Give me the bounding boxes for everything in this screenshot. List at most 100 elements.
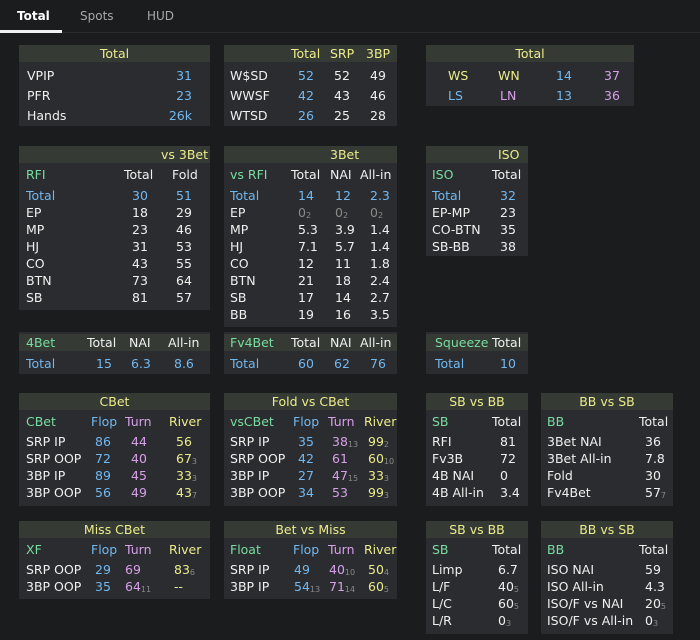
cell: 44: [131, 434, 147, 449]
row-label: 4B NAI: [432, 468, 475, 483]
row-label: ISO/F vs All-in: [547, 613, 634, 628]
row-label: 3Bet NAI: [547, 434, 602, 449]
table-row: MP 5.3 3.9 1.4: [224, 221, 397, 238]
cell: 3.5: [370, 307, 390, 322]
cell: 03: [645, 613, 659, 628]
table-row: SRP IP 35 3813 992: [224, 433, 397, 450]
row-label: SRP OOP: [26, 451, 82, 466]
cell: 45: [131, 468, 147, 483]
table-row: 3BP OOP 34 53 993: [224, 484, 397, 501]
col-header: All-in: [168, 335, 200, 350]
col-header: CBet: [26, 414, 56, 429]
row-label: SRP OOP: [230, 451, 286, 466]
cell: 16: [335, 307, 351, 322]
table-row: 3BP IP 5413 7114 605: [224, 578, 397, 595]
row-label: RFI: [432, 434, 452, 449]
bb-vs-sb-panel: BB vs SB BB Total 3Bet NAI 36 3Bet All-in 7.…: [541, 393, 673, 506]
ln-label: LN: [500, 88, 517, 103]
showdown-panel: Total SRP 3BP W$SD 52 52 49 WWSF 42 43 46 WTSD…: [224, 45, 397, 126]
col-header: Squeeze: [435, 335, 489, 350]
cell: 0: [500, 468, 508, 483]
table-row: SRP OOP 72 40 673: [19, 450, 210, 467]
cell: 42: [298, 88, 314, 103]
row-label: Total: [230, 356, 260, 371]
row-label: CO: [26, 256, 45, 271]
row-label: SRP IP: [230, 434, 270, 449]
tab-spots[interactable]: Spots: [80, 9, 114, 23]
miss-cbet-panel: Miss CBet XF Flop Turn River SRP OOP 29 69 836…: [19, 521, 210, 599]
table-row: 4B All-in 3.4: [426, 484, 528, 501]
cell: 35: [500, 222, 516, 237]
ls-label: LS: [448, 88, 463, 103]
cell: 5.7: [335, 239, 355, 254]
table-row: SB 81 57: [19, 289, 210, 306]
sb-vs-bb-limp-panel: SB vs BB SB Total Limp 6.7 L/F 405 L/C 605 L/R 0…: [426, 521, 528, 634]
table-row: BTN 73 64: [19, 272, 210, 289]
cell: 81: [500, 434, 516, 449]
cell: 46: [176, 222, 192, 237]
total-panel: Total VPIP 31 PFR 23 Hands 26k: [19, 45, 210, 126]
col-header: Total: [492, 167, 522, 182]
col-header: Total: [291, 167, 321, 182]
cell: 14: [298, 188, 314, 203]
col-header: Total: [639, 414, 669, 429]
cell: 30: [132, 188, 148, 203]
row-label: Total: [26, 188, 56, 203]
cell: 52: [334, 68, 350, 83]
table-row: CO 43 55: [19, 255, 210, 272]
cell: 2.7: [370, 290, 390, 305]
panel-title: Total: [515, 46, 545, 61]
table-row: EP 02 02 02: [224, 204, 397, 221]
col-header: Flop: [91, 414, 118, 429]
table-row: CO 12 11 1.8: [224, 255, 397, 272]
row-label: SB: [230, 290, 247, 305]
cell: 23: [132, 222, 148, 237]
panel-title: BB vs SB: [579, 522, 635, 537]
table-row: CO-BTN 35: [426, 221, 528, 238]
cell: 605: [368, 579, 389, 594]
row-label: MP: [26, 222, 45, 237]
row-label: 3BP IP: [230, 468, 270, 483]
cell: 3.9: [335, 222, 355, 237]
cell: 52: [298, 68, 314, 83]
cell: 23: [500, 205, 516, 220]
row-label: CO-BTN: [432, 222, 481, 237]
row-label: Fv3B: [432, 451, 464, 466]
cell: 12: [298, 256, 314, 271]
table-row: SRP OOP 29 69 836: [19, 561, 210, 578]
cell: 21: [298, 273, 314, 288]
sb-vs-bb-panel: SB vs BB SB Total RFI 81 Fv3B 72 4B NAI 0 4B Al…: [426, 393, 528, 506]
table-row: ISO/F vs All-in 03: [541, 612, 673, 629]
cell: 76: [370, 356, 386, 371]
cbet-panel: CBet CBet Flop Turn River SRP IP 86 44 56 SRP O…: [19, 393, 210, 506]
tab-total[interactable]: Total: [17, 9, 50, 23]
col-header: Fv4Bet: [230, 335, 274, 350]
cell: 81: [132, 290, 148, 305]
cell: --: [174, 579, 184, 594]
col-header: Fold: [172, 167, 198, 182]
cell: 43: [132, 256, 148, 271]
table-row: HJ 7.1 5.7 1.4: [224, 238, 397, 255]
tab-hud[interactable]: HUD: [147, 9, 174, 23]
cell: 2.4: [370, 273, 390, 288]
row-label: EP: [230, 205, 246, 220]
ls-value: 13: [556, 88, 572, 103]
cell: 32: [500, 188, 516, 203]
cell: 6.3: [131, 356, 151, 371]
bb-vs-sb-iso-panel: BB vs SB BB Total ISO NAI 59 ISO All-in 4.3 I…: [541, 521, 673, 634]
col-header: Flop: [91, 542, 118, 557]
cell: 29: [176, 205, 192, 220]
cell: 72: [500, 451, 516, 466]
cell: 19: [298, 307, 314, 322]
col-header: Total: [492, 542, 522, 557]
cell: 53: [332, 485, 348, 500]
cell: 56: [95, 485, 111, 500]
fv4bet-panel: Fv4Bet Total NAI All-in Total 60 62 76: [224, 332, 397, 374]
table-row: SB 17 14 2.7: [224, 289, 397, 306]
row-label: 3BP IP: [26, 468, 66, 483]
row-label: Total: [432, 188, 462, 203]
cell: 55: [176, 256, 192, 271]
row-label: 4B All-in: [432, 485, 484, 500]
row-label: SRP IP: [26, 434, 66, 449]
active-tab-indicator: [0, 30, 62, 33]
